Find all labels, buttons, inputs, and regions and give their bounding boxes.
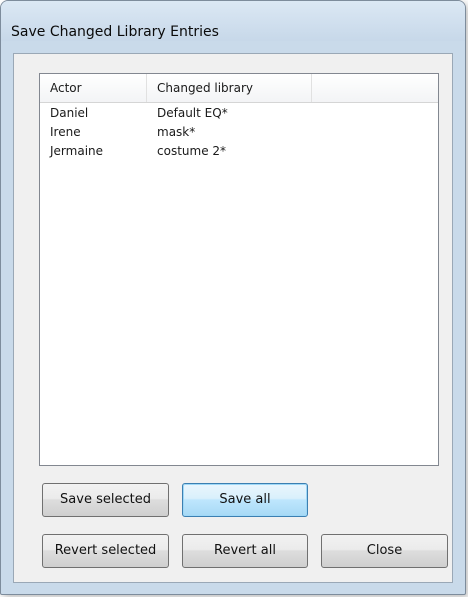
changed-entries-list[interactable]: Actor Changed library Daniel Default EQ*… <box>39 73 439 466</box>
list-row[interactable]: Jermaine costume 2* <box>40 142 438 161</box>
list-rows: Daniel Default EQ* Irene mask* Jermaine … <box>40 104 438 161</box>
save-selected-button[interactable]: Save selected <box>42 483 169 517</box>
close-button[interactable]: Close <box>321 534 448 568</box>
window-title: Save Changed Library Entries <box>11 24 219 40</box>
list-header: Actor Changed library <box>40 74 438 103</box>
revert-all-button[interactable]: Revert all <box>182 534 308 568</box>
cell-actor: Irene <box>50 125 81 139</box>
save-all-button[interactable]: Save all <box>182 483 308 517</box>
cell-actor: Daniel <box>50 106 89 120</box>
cell-library: Default EQ* <box>157 106 228 120</box>
column-header-actor[interactable]: Actor <box>40 74 147 102</box>
list-row[interactable]: Daniel Default EQ* <box>40 104 438 123</box>
cell-library: costume 2* <box>157 144 227 158</box>
revert-selected-button[interactable]: Revert selected <box>42 534 169 568</box>
cell-library: mask* <box>157 125 196 139</box>
column-header-changed-library[interactable]: Changed library <box>147 74 312 102</box>
cell-actor: Jermaine <box>50 144 104 158</box>
title-bar[interactable]: Save Changed Library Entries <box>1 1 465 41</box>
list-row[interactable]: Irene mask* <box>40 123 438 142</box>
column-header-filler <box>312 74 438 102</box>
dialog-window: Save Changed Library Entries Actor Chang… <box>0 0 466 595</box>
